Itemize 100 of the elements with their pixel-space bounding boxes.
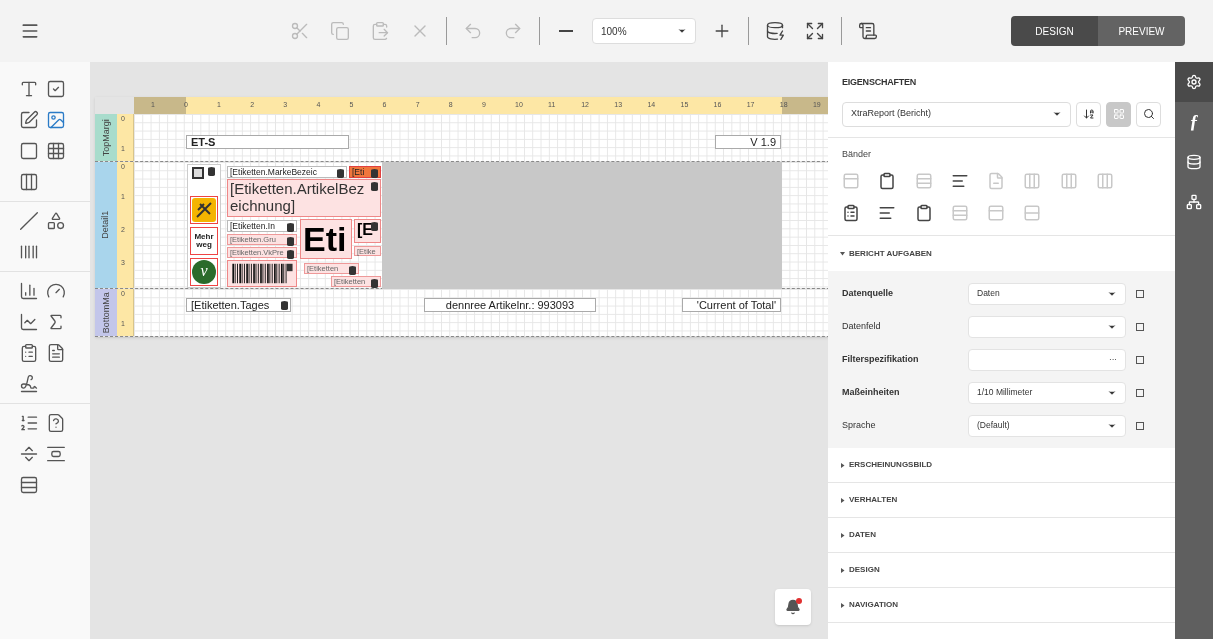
panel-title: EIGENSCHAFTEN (842, 76, 918, 89)
caret-icon (840, 251, 845, 256)
band-icon (987, 204, 1005, 222)
undo-icon (463, 21, 483, 41)
report-text-field[interactable]: ET-S (186, 135, 349, 149)
caret-icon (840, 497, 845, 503)
picture-frame[interactable]: Mehr weg (190, 227, 218, 255)
band-icon (914, 204, 933, 222)
panel-tool-icon[interactable] (18, 140, 40, 162)
database-icon (337, 169, 344, 178)
properties-tab[interactable] (1175, 62, 1213, 102)
report-text-field[interactable]: dennree Artikelnr.: 993093 (424, 298, 596, 312)
expressions-tab[interactable]: ƒ (1175, 102, 1213, 142)
notification-button[interactable] (775, 589, 811, 625)
report-text-field[interactable]: [E (354, 219, 381, 243)
section-header[interactable]: DESIGN (828, 553, 1175, 588)
property-checkbox[interactable] (1136, 355, 1144, 364)
band-icon (914, 172, 933, 190)
property-dropdown[interactable]: 1/10 Millimeter (968, 381, 1126, 404)
property-label: Datenfeld (842, 319, 882, 333)
property-checkbox[interactable] (1136, 388, 1144, 397)
charcomb-tool-icon[interactable] (18, 171, 40, 193)
section-header[interactable]: DATEN (828, 518, 1175, 553)
report-text-field[interactable]: [Eti (349, 166, 381, 178)
property-label: Sprache (842, 418, 877, 432)
tree-icon (1186, 194, 1202, 210)
report-text-field[interactable]: [Etiketten.MarkeBezeic (227, 166, 347, 178)
band-icon (1023, 204, 1042, 222)
settings-icon (1186, 74, 1202, 90)
band-icon (950, 204, 969, 222)
barcode[interactable] (227, 260, 297, 287)
report-text-field[interactable]: [Etiketten.ArtikelBezeichnung] (227, 179, 381, 217)
band-icon (987, 172, 1005, 190)
database-icon (371, 222, 378, 231)
line-tool-icon[interactable] (18, 210, 40, 232)
property-checkbox[interactable] (1136, 322, 1144, 331)
caret-icon (840, 462, 845, 468)
band-label[interactable]: Detail1 (95, 162, 117, 288)
report-text-field[interactable]: Eti (300, 219, 352, 259)
scroll-icon (858, 21, 878, 41)
database-icon (281, 301, 288, 310)
database-icon (371, 279, 378, 288)
property-label: Maßeinheiten (842, 385, 901, 399)
section-header[interactable]: BERICHT AUFGABEN (828, 236, 1175, 271)
database-icon (1186, 154, 1202, 170)
copy-icon (330, 21, 350, 41)
band-icon (878, 172, 897, 190)
picture-frame[interactable] (190, 196, 218, 224)
shape-tool-icon[interactable] (45, 210, 67, 232)
dropdown-caret-icon (1052, 109, 1062, 119)
property-dropdown[interactable]: (Default) (968, 414, 1126, 437)
signature-tool-icon[interactable] (18, 373, 40, 395)
band-label[interactable]: TopMargi (95, 114, 117, 161)
filter-editor-field[interactable]: ··· (968, 348, 1126, 371)
property-checkbox[interactable] (1136, 289, 1144, 298)
caret-icon (840, 532, 845, 538)
property-checkbox[interactable] (1136, 421, 1144, 430)
report-text-field[interactable]: V 1.9 (715, 135, 781, 149)
database-icon (765, 21, 785, 41)
band-icon (842, 204, 860, 222)
band-icon (1059, 172, 1078, 190)
sort-button[interactable] (1076, 101, 1101, 127)
warning-sign-icon (192, 198, 216, 222)
scissors-icon (290, 21, 310, 41)
dropdown-caret-icon (677, 26, 687, 36)
band-icon (950, 172, 969, 190)
clipboard-icon (370, 21, 390, 41)
mode-tab[interactable]: DESIGN (1011, 16, 1098, 46)
mode-tab[interactable]: PREVIEW (1098, 16, 1185, 46)
richtext-tool-icon[interactable] (18, 109, 40, 131)
crossband-box-tool-icon[interactable] (18, 474, 40, 496)
object-selector[interactable]: XtraReport (Bericht) (842, 101, 1071, 127)
menu-icon (20, 21, 40, 41)
report-text-field[interactable]: [Etiketten.Tages (186, 298, 291, 312)
band-icon (1095, 172, 1114, 190)
property-dropdown[interactable]: Daten (968, 282, 1126, 305)
search-icon (1142, 108, 1155, 120)
band-icon (878, 204, 897, 222)
section-header[interactable]: VERHALTEN (828, 483, 1175, 518)
redo-icon (503, 21, 523, 41)
checkbox-tool-icon[interactable] (45, 78, 67, 100)
picture-tool-icon[interactable] (45, 109, 67, 131)
picture-frame[interactable]: v (190, 258, 218, 286)
chart-tool-icon[interactable] (18, 280, 40, 302)
search-button[interactable] (1136, 101, 1161, 127)
section-label: Bänder (842, 147, 873, 161)
band-icon (842, 172, 860, 190)
property-label: Filterspezifikation (842, 352, 920, 366)
report-text-field[interactable]: [Etiketten.In (227, 220, 297, 232)
image-placeholder-icon (192, 167, 204, 179)
band-label[interactable]: BottomMa (95, 289, 117, 336)
minus-icon (559, 30, 573, 32)
report-text-field[interactable]: 'Current of Total' (682, 298, 781, 312)
section-header[interactable]: NAVIGATION (828, 588, 1175, 623)
zoom-dropdown[interactable]: 100% (592, 18, 696, 44)
grid-icon (1112, 108, 1125, 120)
table-tool-icon[interactable] (45, 140, 67, 162)
reusable-label: Mehr weg (193, 233, 215, 249)
sparkline-tool-icon[interactable] (18, 311, 40, 333)
section-header[interactable]: ERSCHEINUNGSBILD (828, 448, 1175, 483)
